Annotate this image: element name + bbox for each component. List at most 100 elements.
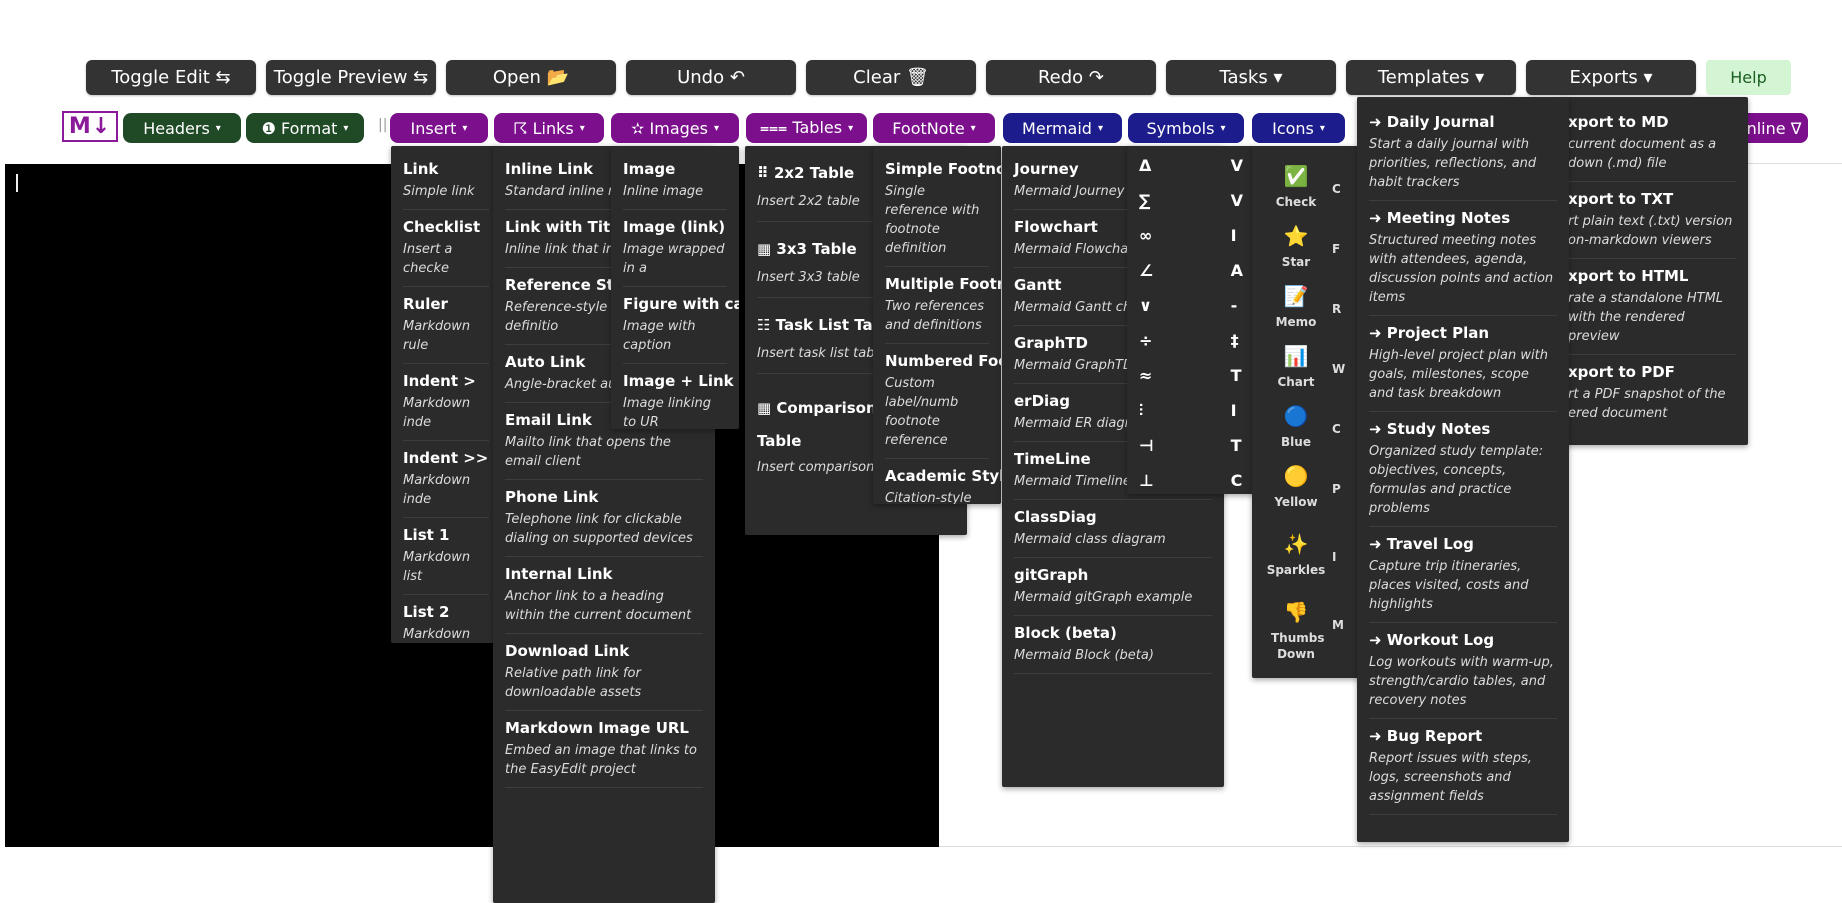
list-item[interactable]: Image + Link (ne Image linking to UR [623,364,739,429]
icon-item-star[interactable]: ⭐ Star [1260,226,1332,288]
insert-label: Insert [410,118,457,138]
symbol-item[interactable]: ∠ [1139,253,1231,288]
list-item[interactable]: gitGraph Mermaid gitGraph example [1014,558,1212,616]
list-item[interactable]: ➜ Daily Journal Start a daily journal wit… [1369,105,1557,201]
icons-dropdown[interactable]: Icons ▾ [1252,113,1345,143]
insert-dropdown[interactable]: Insert ▾ [390,113,488,143]
links-dropdown[interactable]: ☈ Links ▾ [494,113,604,143]
symbol-item[interactable]: ∞ [1139,218,1231,253]
symbol-item[interactable]: A [1231,253,1243,288]
headers-dropdown[interactable]: Headers ▾ [123,113,241,143]
open-button[interactable]: Open 📂 [446,60,616,95]
footnote-dropdown[interactable]: FootNote ▾ [873,113,995,143]
mermaid-dropdown[interactable]: Mermaid ▾ [1003,113,1122,143]
clear-button[interactable]: Clear 🗑 [806,60,976,95]
symbol-item[interactable]: ∨ [1139,288,1231,323]
format-dropdown[interactable]: ❶ Format ▾ [246,113,364,143]
list-item[interactable]: ➜ Meeting Notes Structured meeting notes … [1369,201,1557,316]
icon-item-check[interactable]: ✅ Check [1260,164,1332,228]
symbol-item[interactable]: V [1231,183,1243,218]
list-item[interactable]: Image (link) Image wrapped in a [623,210,727,287]
list-item[interactable]: ➜ Workout Log Log workouts with warm-up, … [1369,623,1557,719]
list-item[interactable]: Block (beta) Mermaid Block (beta) [1014,616,1212,674]
insert-ruler-item[interactable]: Ruler Markdown rule [403,287,489,364]
insert-indent-item[interactable]: Indent > Markdown inde [403,364,489,441]
symbol-item[interactable]: V [1231,148,1243,183]
icon-item-sparkles[interactable]: ✨ Sparkles [1260,534,1332,604]
redo-button[interactable]: Redo ↷ [986,60,1156,95]
list-item[interactable]: ➜ Bug Report Report issues with steps, lo… [1369,719,1557,815]
icon-item-blue[interactable]: 🔵 Blue [1260,406,1332,468]
separator: || [378,117,388,133]
icon-label: P [1332,482,1341,496]
list-item[interactable]: Image Inline image [623,152,727,210]
item-title: Block (beta) [1014,624,1117,642]
item-title: List 2 [403,603,450,621]
item-title: ▦ Comparison Table [757,399,877,450]
undo-button[interactable]: Undo ↶ [626,60,796,95]
list-item[interactable]: ➜ Travel Log Capture trip itineraries, pl… [1369,527,1557,623]
symbol-item[interactable]: T [1231,428,1243,463]
icon-label: F [1332,242,1341,256]
insert-list1-item[interactable]: List 1 Markdown list [403,518,489,595]
item-title: Figure with capti [623,295,739,313]
list-item[interactable]: xport to HTML rate a standalone HTML with… [1568,259,1736,355]
symbol-item[interactable]: ≈ [1139,358,1231,393]
symbol-item[interactable]: ⊥ [1139,463,1231,494]
symbol-item[interactable]: - [1231,288,1243,323]
list-item[interactable]: Phone Link Telephone link for clickable d… [505,480,703,557]
list-item[interactable]: ➜ Project Plan High-level project plan wi… [1369,316,1557,412]
headers-label: Headers [143,118,210,138]
list-item[interactable]: Multiple Footno Two references and defini… [885,267,1001,344]
tables-dropdown[interactable]: ⩶ Tables ▾ [746,113,867,143]
help-button[interactable]: Help [1706,60,1791,95]
symbol-item[interactable]: ⊣ [1139,428,1231,463]
symbol-item[interactable]: T [1231,358,1243,393]
toggle-preview-button[interactable]: Toggle Preview ⇆ [266,60,436,95]
list-item[interactable]: Numbered Foot Custom label/numb footnote … [885,344,1001,459]
list-item[interactable]: xport to PDF rt a PDF snapshot of the ere… [1568,355,1736,431]
exports-button[interactable]: Exports ▾ [1526,60,1696,95]
list-item[interactable]: xport to MD current document as a down (.… [1568,105,1736,182]
symbol-item[interactable]: ‡ [1231,323,1243,358]
insert-list2-item[interactable]: List 2 Markdown list [403,595,489,643]
symbol-item[interactable]: ÷ [1139,323,1231,358]
list-item[interactable]: xport to TXT rt plain text (.txt) version… [1568,182,1736,259]
item-desc: Image with caption [623,319,696,353]
list-item[interactable]: Internal Link Anchor link to a heading wi… [505,557,703,634]
icon-label: Thumbs Down [1271,631,1325,661]
icon-item-chart[interactable]: 📊 Chart [1260,344,1332,408]
list-item[interactable]: ➜ Study Notes Organized study template: o… [1369,412,1557,527]
check-icon: ✅ [1283,164,1309,188]
insert-indent2-item[interactable]: Indent >> Markdown inde [403,441,489,518]
icon-label: Sparkles [1266,563,1326,577]
icon-item-thumbs-down[interactable]: 👎 Thumbs Down [1260,602,1332,664]
icon-item-yellow[interactable]: 🟡 Yellow [1260,464,1332,536]
insert-checklist-item[interactable]: Checklist Insert a checke [403,210,489,287]
symbol-item[interactable]: ∑ [1139,183,1231,218]
images-dropdown[interactable]: ✫ Images ▾ [611,113,739,143]
templates-button[interactable]: Templates ▾ [1346,60,1516,95]
list-item[interactable]: Academic Style Citation-style footn bibli… [885,459,1001,504]
item-desc: Simple link [403,184,475,199]
chart-icon: 📊 [1283,344,1309,368]
symbol-item[interactable]: I [1231,393,1243,428]
symbol-item[interactable]: I [1231,218,1243,253]
symbol-item[interactable]: Δ [1139,148,1231,183]
symbol-item[interactable]: C [1231,463,1243,494]
yellow-circle-icon: 🟡 [1283,464,1309,488]
icon-item-memo[interactable]: 📝 Memo [1260,286,1332,348]
symbols-dropdown[interactable]: Symbols ▾ [1128,113,1244,143]
list-item[interactable]: Simple Footnote Single reference with foo… [885,152,1001,267]
symbol-item[interactable]: ⫶ [1139,393,1231,428]
list-item[interactable]: Markdown Image URL Embed an image that li… [505,711,703,788]
toggle-edit-button[interactable]: Toggle Edit ⇆ [86,60,256,95]
list-item[interactable]: Figure with capti Image with caption [623,287,739,364]
inline-dropdown[interactable]: nline ∇ [1740,113,1808,143]
list-item[interactable]: ClassDiag Mermaid class diagram [1014,500,1212,558]
exports-menu: xport to MD current document as a down (.… [1560,97,1748,445]
item-desc: Mermaid Block (beta) [1014,648,1154,663]
insert-link-item[interactable]: Link Simple link [403,152,489,210]
list-item[interactable]: Download Link Relative path link for down… [505,634,703,711]
tasks-button[interactable]: Tasks ▾ [1166,60,1336,95]
